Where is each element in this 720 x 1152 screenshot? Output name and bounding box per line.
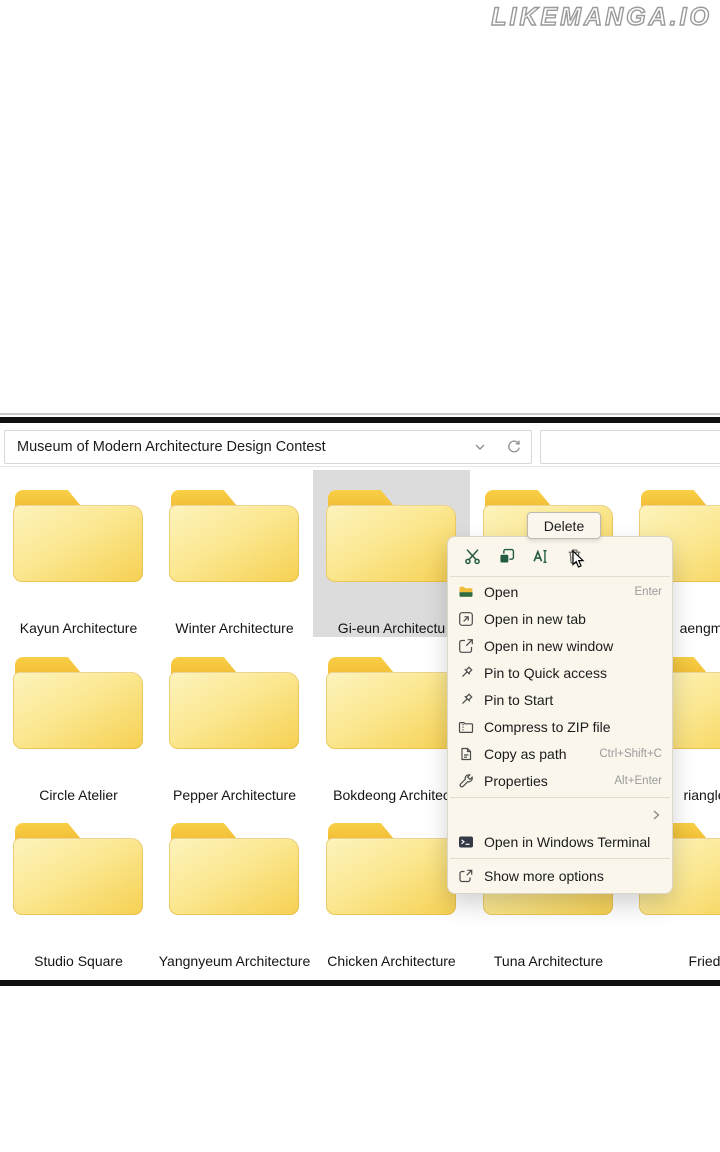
menu-item-pin-to-start[interactable]: Pin to Start [448, 686, 672, 713]
refresh-icon[interactable] [505, 438, 523, 456]
menu-item-label: Compress to ZIP file [484, 719, 662, 735]
address-bar[interactable]: Museum of Modern Architecture Design Con… [4, 430, 532, 464]
copy-path-icon [457, 745, 474, 762]
menu-item-open-in-new-tab[interactable]: Open in new tab [448, 605, 672, 632]
folder-icon [13, 490, 143, 582]
folder-icon [169, 823, 299, 915]
menu-item-properties[interactable]: Properties Alt+Enter [448, 767, 672, 794]
menu-item-open-in-new-window[interactable]: Open in new window [448, 632, 672, 659]
menu-item-shortcut: Enter [635, 586, 663, 598]
folder-label: Gi-eun Architectu [338, 620, 445, 636]
folder-label: Fried [689, 953, 720, 969]
menu-item-open[interactable]: Open Enter [448, 578, 672, 605]
panel-bottom-border [0, 980, 720, 986]
menu-item-shortcut: Ctrl+Shift+C [599, 748, 662, 760]
folder-label: Tuna Architecture [494, 953, 603, 969]
menu-item-label: Show more options [484, 868, 662, 884]
panel-divider [0, 413, 720, 415]
delete-tooltip: Delete [527, 512, 601, 539]
menu-item-compress-to-zip[interactable]: Compress to ZIP file [448, 713, 672, 740]
folder-label: Kayun Architecture [20, 620, 138, 636]
folder-label: Studio Square [34, 953, 123, 969]
folder-item[interactable]: Circle Atelier [0, 637, 157, 804]
terminal-icon [457, 833, 474, 850]
blank-icon [457, 806, 474, 823]
wrench-icon [457, 772, 474, 789]
folder-label: Circle Atelier [39, 787, 118, 803]
menu-item-show-more-options[interactable]: Show more options [448, 862, 672, 889]
menu-item-copy-as-path[interactable]: Copy as path Ctrl+Shift+C [448, 740, 672, 767]
folder-label: Bokdeong Architec [333, 787, 450, 803]
explorer-toolbar: Museum of Modern Architecture Design Con… [0, 423, 720, 467]
pin-icon [457, 664, 474, 681]
menu-item-label: Open in new window [484, 638, 662, 654]
menu-item-label: Copy as path [484, 746, 599, 762]
pin-icon [457, 691, 474, 708]
folder-icon [326, 823, 456, 915]
cut-button[interactable] [455, 541, 489, 571]
chevron-down-icon[interactable] [471, 438, 489, 456]
folder-label: Yangnyeum Architecture [159, 953, 311, 969]
folder-label: aengmy [680, 620, 720, 636]
menu-item-label: Open [484, 584, 635, 600]
menu-item-label: Open in Windows Terminal [484, 834, 662, 850]
menu-item-label: Pin to Start [484, 692, 662, 708]
context-menu: Open Enter Open in new tab Open in new w… [447, 536, 673, 894]
folder-item[interactable]: Yangnyeum Architecture [156, 803, 313, 970]
folder-icon [13, 823, 143, 915]
folder-label: Pepper Architecture [173, 787, 296, 803]
open-new-tab-icon [457, 610, 474, 627]
copy-button[interactable] [489, 541, 523, 571]
folder-label: Chicken Architecture [327, 953, 455, 969]
chevron-right-icon [650, 809, 662, 821]
zip-folder-icon [457, 718, 474, 735]
address-text: Museum of Modern Architecture Design Con… [5, 439, 471, 455]
menu-item-submenu[interactable] [448, 801, 672, 828]
menu-separator [450, 576, 670, 577]
folder-icon [13, 657, 143, 749]
folder-item[interactable]: Winter Architecture [156, 470, 313, 637]
folder-item[interactable]: Kayun Architecture [0, 470, 157, 637]
context-menu-command-bar [448, 537, 672, 575]
show-more-icon [457, 867, 474, 884]
menu-item-pin-to-quick-access[interactable]: Pin to Quick access [448, 659, 672, 686]
folder-icon [169, 490, 299, 582]
menu-item-label: Open in new tab [484, 611, 662, 627]
folder-item[interactable]: Studio Square [0, 803, 157, 970]
menu-separator [450, 797, 670, 798]
folder-icon [326, 490, 456, 582]
menu-item-open-in-windows-terminal[interactable]: Open in Windows Terminal [448, 828, 672, 855]
menu-separator [450, 858, 670, 859]
folder-label: riangle [683, 787, 720, 803]
site-watermark: LIKEMANGA.IO [491, 3, 712, 32]
menu-item-label: Properties [484, 773, 614, 789]
folder-icon [457, 583, 474, 600]
menu-item-label: Pin to Quick access [484, 665, 662, 681]
open-new-window-icon [457, 637, 474, 654]
menu-item-shortcut: Alt+Enter [614, 775, 662, 787]
mouse-cursor-icon [572, 550, 585, 569]
search-input[interactable] [540, 430, 720, 464]
rename-button[interactable] [523, 541, 557, 571]
folder-item[interactable]: Pepper Architecture [156, 637, 313, 804]
folder-icon [169, 657, 299, 749]
folder-icon [326, 657, 456, 749]
folder-label: Winter Architecture [175, 620, 293, 636]
